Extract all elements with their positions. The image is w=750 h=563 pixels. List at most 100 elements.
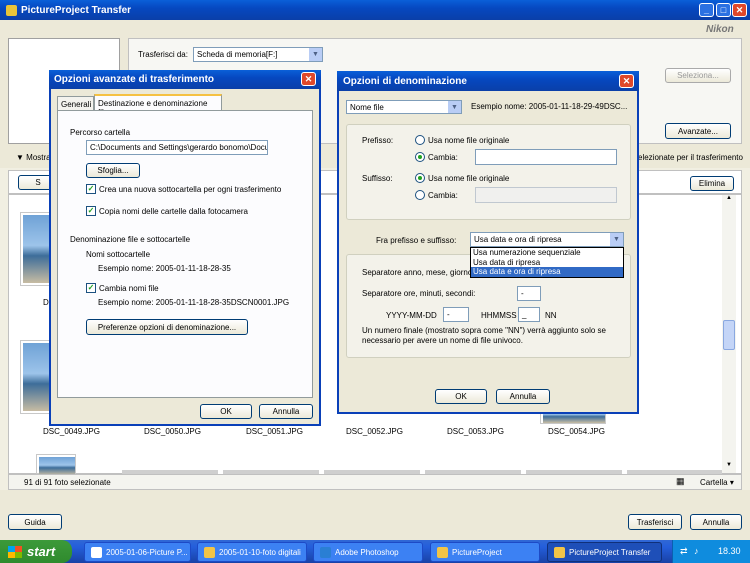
network-icon[interactable]: ⇄: [680, 546, 688, 557]
scroll-down-icon[interactable]: ▼: [722, 462, 736, 474]
thumbnail-caption: DSC_0052.JPG: [346, 427, 403, 436]
time-separator-input[interactable]: -: [517, 286, 541, 301]
windows-logo-icon: [8, 545, 22, 558]
selected-for-transfer-label: selezionate per il trasferimento: [634, 153, 743, 162]
adv-ok-button[interactable]: OK: [200, 404, 252, 419]
delete-button[interactable]: Elimina: [690, 176, 734, 191]
grid-view-icon[interactable]: ▦: [676, 476, 685, 487]
app-icon: [6, 4, 17, 16]
prefix-original-radio[interactable]: [415, 135, 425, 145]
name-type-select[interactable]: Nome file ▼: [346, 100, 462, 114]
prefix-change-radio[interactable]: [415, 152, 425, 162]
time-format-label: HHMMSS: [481, 311, 517, 320]
tab-general-label: Generali: [61, 100, 92, 109]
date-separator-input[interactable]: -: [443, 307, 469, 322]
advanced-dialog-title: Opzioni avanzate di trasferimento: [54, 74, 215, 85]
copy-folder-names-label: Copia nomi delle cartelle dalla fotocame…: [99, 207, 248, 216]
taskbar-item[interactable]: 2005-01-06-Picture P...: [84, 542, 191, 562]
pictureproject-icon: [437, 546, 448, 558]
unique-number-note: Un numero finale (mostrato sopra come "N…: [362, 326, 607, 345]
between-select[interactable]: Usa data e ora di ripresa ▼: [470, 232, 624, 247]
between-label: Fra prefisso e suffisso:: [376, 236, 457, 245]
folder-path-field[interactable]: C:\Documents and Settings\gerardo bonomo…: [86, 140, 268, 155]
select-button[interactable]: Seleziona...: [665, 68, 731, 83]
advanced-button[interactable]: Avanzate...: [665, 123, 731, 139]
subfolder-example: Esempio nome: 2005-01-11-18-28-35: [98, 264, 231, 273]
date-separator-label: Separatore anno, mese, giorno: [362, 268, 473, 277]
change-names-label: Cambia nomi file: [99, 284, 159, 293]
close-button[interactable]: ✕: [732, 3, 747, 17]
start-label: start: [27, 544, 56, 559]
close-icon[interactable]: ✕: [619, 74, 634, 88]
document-icon: [91, 546, 102, 558]
prefix-input[interactable]: [475, 149, 617, 165]
suffix-original-radio[interactable]: [415, 173, 425, 183]
thumbnail-caption: DSC_0053.JPG: [447, 427, 504, 436]
thumbnail-caption: D: [43, 298, 49, 307]
scroll-thumb[interactable]: [723, 320, 735, 350]
taskbar-item-active[interactable]: PictureProject Transfer: [547, 542, 662, 562]
start-button[interactable]: start: [0, 540, 72, 563]
prefix-original-label: Usa nome file originale: [428, 136, 510, 145]
thumbnail[interactable]: [36, 454, 76, 475]
show-label: ▼ Mostra: [16, 153, 51, 162]
prefix-label: Prefisso:: [362, 136, 394, 145]
subfolder-names-label: Nomi sottocartelle: [86, 250, 151, 259]
app-title-bar: PictureProject Transfer _ □ ✕: [0, 0, 750, 20]
app-title: PictureProject Transfer: [21, 4, 132, 16]
thumbnail[interactable]: [20, 340, 52, 414]
transfer-button[interactable]: Trasferisci: [628, 514, 682, 530]
thumbnail-caption: DSC_0054.JPG: [548, 427, 605, 436]
create-subfolder-label: Crea una nuova sottocartella per ogni tr…: [99, 185, 282, 194]
nn-label: NN: [545, 311, 557, 320]
advanced-dialog-title-bar: Opzioni avanzate di trasferimento ✕: [49, 70, 321, 89]
adv-cancel-button[interactable]: Annulla: [259, 404, 313, 419]
time-suffix-separator-input[interactable]: _: [518, 307, 540, 322]
suffix-change-radio[interactable]: [415, 190, 425, 200]
taskbar-item[interactable]: PictureProject: [430, 542, 540, 562]
chevron-down-icon: ▼: [448, 101, 461, 113]
naming-preferences-button[interactable]: Preferenze opzioni di denominazione...: [86, 319, 248, 335]
taskbar-item[interactable]: 2005-01-10-foto digitali: [197, 542, 307, 562]
minimize-button[interactable]: _: [699, 3, 714, 17]
scroll-up-icon[interactable]: ▲: [722, 195, 736, 207]
chevron-down-icon: ▼: [610, 233, 623, 246]
naming-ok-button[interactable]: OK: [435, 389, 487, 404]
dropdown-option-date-time[interactable]: Usa data e ora di ripresa: [471, 267, 623, 277]
volume-icon[interactable]: ♪: [694, 546, 699, 556]
clock: 18.30: [718, 546, 741, 556]
thumbnail-caption: DSC_0050.JPG: [144, 427, 201, 436]
suffix-label: Suffisso:: [362, 174, 393, 183]
browse-button[interactable]: Sfoglia...: [86, 163, 140, 178]
triangle-down-icon: ▼: [16, 153, 24, 162]
naming-section-label: Denominazione file e sottocartelle: [70, 235, 191, 244]
photo: [23, 215, 51, 283]
file-example: Esempio nome: 2005-01-11-18-28-35DSCN000…: [98, 298, 290, 307]
taskbar-item[interactable]: Adobe Photoshop: [313, 542, 423, 562]
thumbnail-caption: DSC_0049.JPG: [43, 427, 100, 436]
suffix-original-label: Usa nome file originale: [428, 174, 510, 183]
naming-cancel-button[interactable]: Annulla: [496, 389, 550, 404]
photo: [39, 457, 75, 475]
tab-destination[interactable]: Destinazione e denominazione file: [94, 94, 222, 117]
create-subfolder-checkbox[interactable]: ✓: [86, 184, 96, 194]
folder-path-label: Percorso cartella: [70, 128, 131, 137]
tab-general[interactable]: Generali: [57, 96, 94, 111]
dropdown-option-date[interactable]: Usa data di ripresa: [471, 258, 623, 268]
close-icon[interactable]: ✕: [301, 72, 316, 86]
date-format-label: YYYY-MM-DD: [386, 311, 437, 320]
maximize-button[interactable]: □: [716, 3, 731, 17]
change-names-checkbox[interactable]: ✓: [86, 283, 96, 293]
status-bar: [8, 474, 742, 490]
help-button[interactable]: Guida: [8, 514, 62, 530]
view-select[interactable]: Cartella ▾: [700, 478, 734, 487]
cancel-button[interactable]: Annulla: [690, 514, 742, 530]
copy-folder-names-checkbox[interactable]: ✓: [86, 206, 96, 216]
thumbnail[interactable]: [20, 212, 52, 286]
suffix-input[interactable]: [475, 187, 617, 203]
selection-count: 91 di 91 foto selezionate: [24, 478, 111, 487]
source-select[interactable]: Scheda di memoria[F:] ▼: [193, 47, 323, 62]
prefix-change-label: Cambia:: [428, 153, 458, 162]
dropdown-option-sequential[interactable]: Usa numerazione sequenziale: [471, 248, 623, 258]
photo: [23, 343, 51, 411]
